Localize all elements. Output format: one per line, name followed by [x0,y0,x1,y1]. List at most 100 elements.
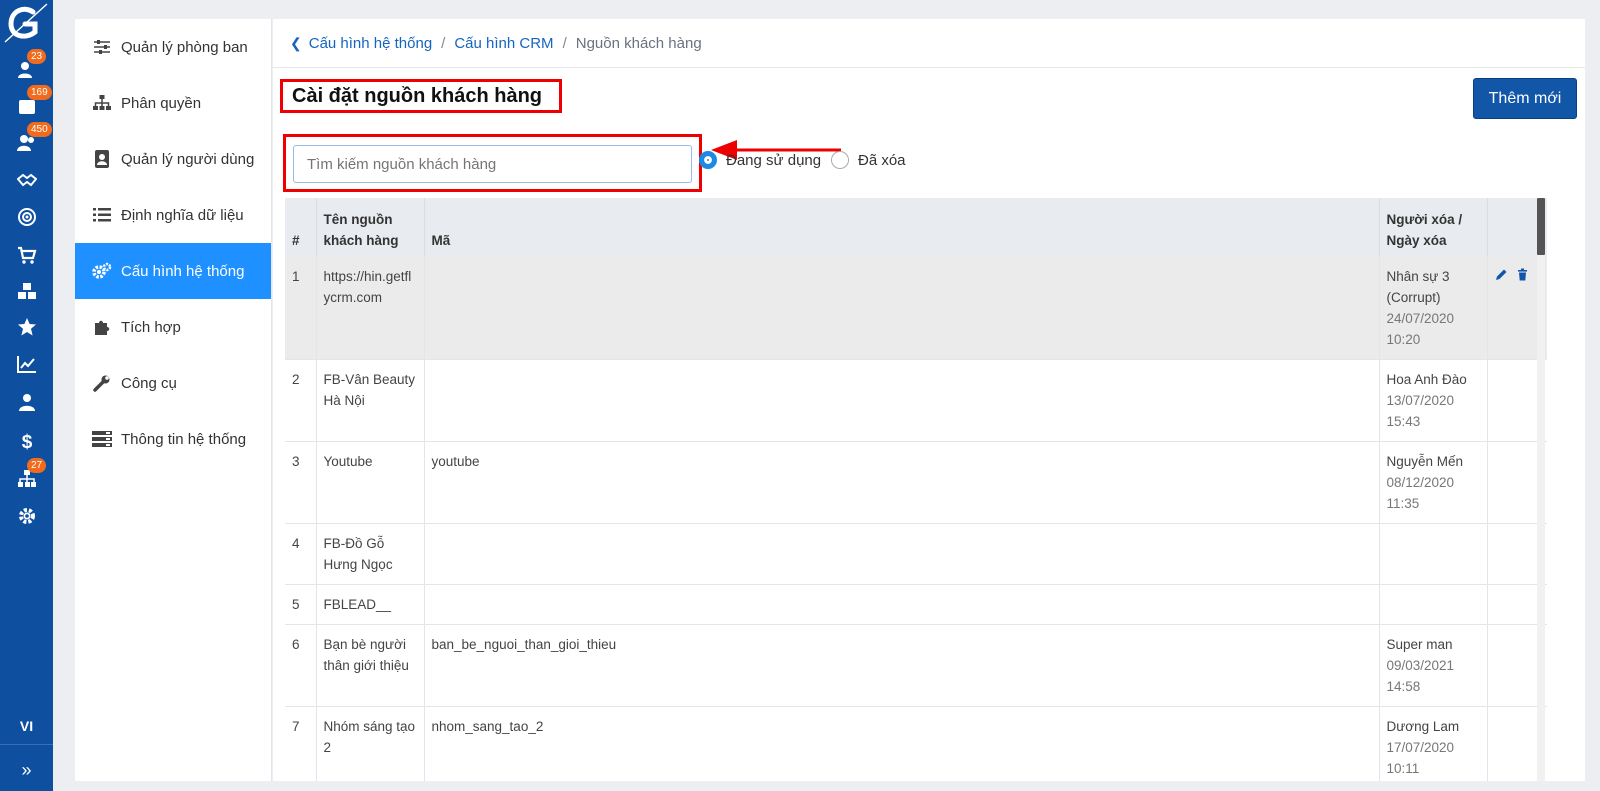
rail-reports[interactable] [0,349,53,379]
radio-checked-icon [699,151,717,169]
row-number: 2 [285,359,317,442]
scrollbar-thumb[interactable] [1537,198,1545,255]
sidebar-item-departments[interactable]: Quản lý phòng ban [75,19,271,75]
radio-unchecked-icon [831,151,849,169]
list-icon [92,205,112,225]
star-icon [17,318,36,336]
breadcrumb-current: Nguồn khách hàng [575,34,702,52]
target-icon [17,208,36,226]
rail-hr[interactable] [0,387,53,417]
cogs-icon [92,261,112,281]
row-deleted-info [1379,584,1488,625]
row-name: FBLEAD__ [316,584,425,625]
rail-finance[interactable]: $ [0,426,53,456]
sliders-icon [92,37,112,57]
row-code [424,523,1380,585]
row-name: FB-Đồ Gỗ Hưng Ngọc [316,523,425,585]
rail-org[interactable]: 27 [0,458,53,494]
row-code: nhom_sang_tao_2 [424,706,1380,781]
main-panel: ❮ Cấu hình hệ thống / Cấu hình CRM / Ngu… [273,19,1585,781]
row-deleted-info: Nguyễn Mến 08/12/2020 11:35 [1379,441,1488,524]
dollar-icon: $ [21,432,32,451]
table-scrollbar[interactable] [1537,198,1545,781]
language-switch[interactable]: VI [0,718,53,738]
sidebar-item-data-definitions[interactable]: Định nghĩa dữ liệu [75,187,271,243]
chart-line-icon [16,356,36,373]
rail-favorites[interactable] [0,312,53,342]
deleted-date: 08/12/2020 [1386,475,1455,490]
rail-contacts[interactable]: 23 [0,49,53,85]
table-row[interactable]: 1 https://hin.getflycrm.com Nhân sự 3 (C… [285,257,1547,360]
table-row[interactable]: 5 FBLEAD__ [285,584,1547,625]
rail-goals[interactable] [0,202,53,232]
column-header-code[interactable]: Mã [424,198,1380,257]
column-header-name[interactable]: Tên nguồn khách hàng [316,198,425,257]
filter-deleted-radio[interactable]: Đã xóa [831,151,906,169]
sidebar-item-system-config[interactable]: Cấu hình hệ thống [75,243,271,299]
address-book-icon [92,149,112,169]
rail-tasks[interactable]: 169 [0,85,53,121]
svg-text:$: $ [21,432,32,451]
table-row[interactable]: 6 Bạn bè người thân giới thiệu ban_be_ng… [285,624,1547,707]
rail-badge: 23 [27,49,47,64]
sidebar-item-integrations[interactable]: Tích hợp [75,299,271,355]
user-tie-icon [18,394,35,411]
rail-deals[interactable] [0,166,53,196]
breadcrumb: ❮ Cấu hình hệ thống / Cấu hình CRM / Ngu… [273,19,1585,68]
breadcrumb-item-system-config[interactable]: Cấu hình hệ thống [309,35,432,52]
search-input[interactable] [293,145,692,183]
row-deleted-info: Super man 09/03/2021 14:58 [1379,624,1488,707]
breadcrumb-separator: / [441,34,446,52]
rail-customers[interactable]: 450 [0,122,53,158]
puzzle-icon [92,317,112,337]
breadcrumb-item-crm-config[interactable]: Cấu hình CRM [454,35,553,52]
edit-pencil-icon[interactable] [1495,268,1508,281]
sidebar-item-label: Cấu hình hệ thống [121,262,245,280]
row-number: 4 [285,523,317,585]
add-new-button[interactable]: Thêm mới [1473,78,1577,119]
table-row[interactable]: 7 Nhóm sáng tạo 2 nhom_sang_tao_2 Dương … [285,706,1547,781]
sidebar-item-label: Quản lý phòng ban [121,38,248,56]
deleted-date: 13/07/2020 [1386,393,1455,408]
row-number: 6 [285,624,317,707]
table-row[interactable]: 3 Youtube youtube Nguyễn Mến 08/12/2020 … [285,441,1547,524]
row-name: https://hin.getflycrm.com [316,257,425,360]
deleted-date: 24/07/2020 [1386,311,1455,326]
rail-settings[interactable] [0,501,53,531]
sidebar-item-label: Tích hợp [121,318,181,336]
rail-orders[interactable] [0,240,53,270]
rail-products[interactable] [0,276,53,306]
sidebar-item-tools[interactable]: Công cụ [75,355,271,411]
table-row[interactable]: 2 FB-Vân Beauty Hà Nội Hoa Anh Đào 13/07… [285,359,1547,442]
row-deleted-info [1379,523,1488,585]
deleted-by: Nhân sự 3 (Corrupt) [1386,269,1450,305]
expand-rail-icon[interactable]: » [0,755,53,785]
deleted-date: 09/03/2021 [1386,658,1455,673]
sidebar-item-users[interactable]: Quản lý người dùng [75,131,271,187]
gear-icon [18,508,35,524]
row-code [424,257,1380,360]
chevron-left-icon[interactable]: ❮ [290,35,302,52]
rail-badge: 169 [27,85,52,100]
cart-icon [17,246,36,264]
breadcrumb-separator: / [562,34,567,52]
deleted-time: 10:20 [1386,332,1421,347]
settings-sidebar: Quản lý phòng ban Phân quyền Quản lý ngư… [75,19,272,781]
rail-badge: 450 [27,122,52,137]
app-logo[interactable] [3,2,49,46]
sitemap-icon [92,93,112,113]
sidebar-item-label: Thông tin hệ thống [121,430,247,448]
trash-icon[interactable] [1516,268,1529,281]
app-rail: 23 169 450 $ 27 VI » [0,0,53,791]
sources-table: # Tên nguồn khách hàng Mã Người xóa / Ng… [285,198,1547,781]
sidebar-item-label: Quản lý người dùng [121,150,255,168]
rail-divider [0,744,53,745]
deleted-by: Super man [1386,637,1453,652]
sidebar-item-system-info[interactable]: Thông tin hệ thống [75,411,271,467]
row-number: 7 [285,706,317,781]
column-header-deleted[interactable]: Người xóa / Ngày xóa [1379,198,1488,257]
filter-active-radio[interactable]: Đang sử dụng [699,151,821,169]
table-row[interactable]: 4 FB-Đồ Gỗ Hưng Ngọc [285,523,1547,585]
sidebar-item-permissions[interactable]: Phân quyền [75,75,271,131]
handshake-icon [16,173,37,187]
